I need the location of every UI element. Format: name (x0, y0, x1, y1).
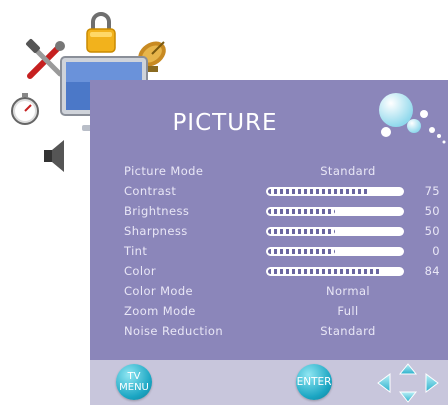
color-slider[interactable] (266, 267, 404, 276)
tint-slider[interactable] (266, 247, 404, 256)
stopwatch-icon[interactable] (10, 92, 40, 126)
picture-mode-row[interactable]: Picture Mode Standard (90, 162, 448, 180)
picture-mode-value: Standard (320, 164, 376, 178)
arrow-left-icon (377, 373, 391, 393)
brightness-row[interactable]: Brightness 50 (90, 202, 448, 220)
color-mode-label: Color Mode (124, 284, 194, 298)
brightness-value: 50 (424, 204, 440, 218)
zoom-mode-label: Zoom Mode (124, 304, 196, 318)
sharpness-slider[interactable] (266, 227, 404, 236)
tint-value: 0 (432, 244, 440, 258)
bubbles-decoration (379, 93, 446, 144)
color-value: 84 (424, 264, 440, 278)
lock-icon[interactable] (84, 10, 118, 54)
zoom-mode-row[interactable]: Zoom Mode Full (90, 302, 448, 320)
color-row[interactable]: Color 84 (90, 262, 448, 280)
color-label: Color (124, 264, 157, 278)
enter-label: ENTER (296, 376, 332, 388)
tint-row[interactable]: Tint 0 (90, 242, 448, 260)
menu-title: PICTURE (172, 110, 278, 136)
sharpness-value: 50 (424, 224, 440, 238)
contrast-row[interactable]: Contrast 75 (90, 182, 448, 200)
noise-reduction-value: Standard (320, 324, 376, 338)
picture-mode-label: Picture Mode (124, 164, 204, 178)
color-mode-row[interactable]: Color Mode Normal (90, 282, 448, 300)
tint-label: Tint (124, 244, 148, 258)
contrast-slider[interactable] (266, 187, 404, 196)
contrast-label: Contrast (124, 184, 177, 198)
arrow-right-icon (425, 373, 439, 393)
tv-menu-button[interactable]: TV MENU (116, 364, 152, 400)
bottom-button-bar: TV MENU ENTER (90, 360, 448, 405)
brightness-label: Brightness (124, 204, 190, 218)
speaker-icon[interactable] (40, 138, 70, 174)
menu-label: MENU (119, 382, 149, 393)
arrow-up-icon (398, 363, 418, 375)
picture-menu-panel: PICTURE Picture Mode Standard Contrast 7… (90, 80, 448, 360)
noise-reduction-row[interactable]: Noise Reduction Standard (90, 322, 448, 340)
enter-button[interactable]: ENTER (296, 364, 332, 400)
zoom-mode-value: Full (337, 304, 359, 318)
sharpness-row[interactable]: Sharpness 50 (90, 222, 448, 240)
contrast-value: 75 (424, 184, 440, 198)
tv-label: TV (127, 371, 141, 382)
brightness-slider[interactable] (266, 207, 404, 216)
noise-reduction-label: Noise Reduction (124, 324, 224, 338)
color-mode-value: Normal (325, 284, 370, 298)
sharpness-label: Sharpness (124, 224, 188, 238)
navigation-arrows-icon[interactable] (372, 362, 444, 404)
arrow-down-icon (398, 391, 418, 403)
